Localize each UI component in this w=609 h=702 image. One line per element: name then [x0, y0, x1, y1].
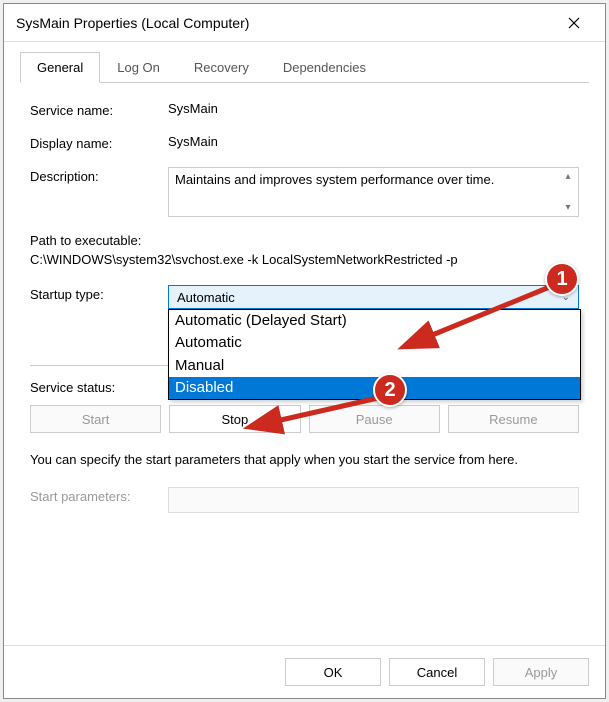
label-start-parameters: Start parameters:	[30, 487, 168, 504]
cancel-button[interactable]: Cancel	[389, 658, 485, 686]
tab-recovery[interactable]: Recovery	[177, 52, 266, 83]
scroll-up-icon[interactable]: ▴	[560, 170, 576, 183]
dialog-buttons: OK Cancel Apply	[4, 645, 605, 698]
startup-type-select[interactable]: Automatic ⌄	[168, 285, 579, 309]
annotation-badge-2: 2	[373, 373, 407, 407]
description-scrollbar[interactable]: ▴ ▾	[560, 170, 576, 214]
client-area: General Log On Recovery Dependencies Ser…	[4, 42, 605, 645]
label-service-status: Service status:	[30, 378, 168, 395]
startup-option-automatic-delayed[interactable]: Automatic (Delayed Start)	[169, 310, 580, 332]
tab-general[interactable]: General	[20, 52, 100, 83]
label-startup-type: Startup type:	[30, 285, 168, 302]
startup-option-manual[interactable]: Manual	[169, 355, 580, 377]
description-box: Maintains and improves system performanc…	[168, 167, 579, 217]
annotation-badge-1: 1	[545, 262, 579, 296]
tab-dependencies[interactable]: Dependencies	[266, 52, 383, 83]
startup-option-automatic[interactable]: Automatic	[169, 332, 580, 354]
label-description: Description:	[30, 167, 168, 184]
titlebar: SysMain Properties (Local Computer)	[4, 4, 605, 42]
start-button: Start	[30, 405, 161, 433]
value-path: C:\WINDOWS\system32\svchost.exe -k Local…	[30, 252, 579, 267]
close-button[interactable]	[555, 4, 593, 42]
ok-button[interactable]: OK	[285, 658, 381, 686]
start-parameters-input	[168, 487, 579, 513]
label-service-name: Service name:	[30, 101, 168, 118]
apply-button: Apply	[493, 658, 589, 686]
stop-button[interactable]: Stop	[169, 405, 300, 433]
label-display-name: Display name:	[30, 134, 168, 151]
form-area: Service name: SysMain Display name: SysM…	[20, 83, 589, 645]
startup-type-selected: Automatic	[177, 290, 235, 305]
tab-log-on[interactable]: Log On	[100, 52, 177, 83]
value-description: Maintains and improves system performanc…	[175, 172, 494, 187]
tab-strip: General Log On Recovery Dependencies	[20, 52, 589, 83]
close-icon	[568, 17, 580, 29]
start-params-note: You can specify the start parameters tha…	[30, 451, 579, 469]
window-title: SysMain Properties (Local Computer)	[16, 15, 249, 31]
scroll-down-icon[interactable]: ▾	[560, 201, 576, 214]
value-display-name: SysMain	[168, 134, 579, 149]
properties-dialog: SysMain Properties (Local Computer) Gene…	[3, 3, 606, 699]
value-service-name: SysMain	[168, 101, 579, 116]
label-path: Path to executable:	[30, 233, 579, 248]
pause-button: Pause	[309, 405, 440, 433]
resume-button: Resume	[448, 405, 579, 433]
